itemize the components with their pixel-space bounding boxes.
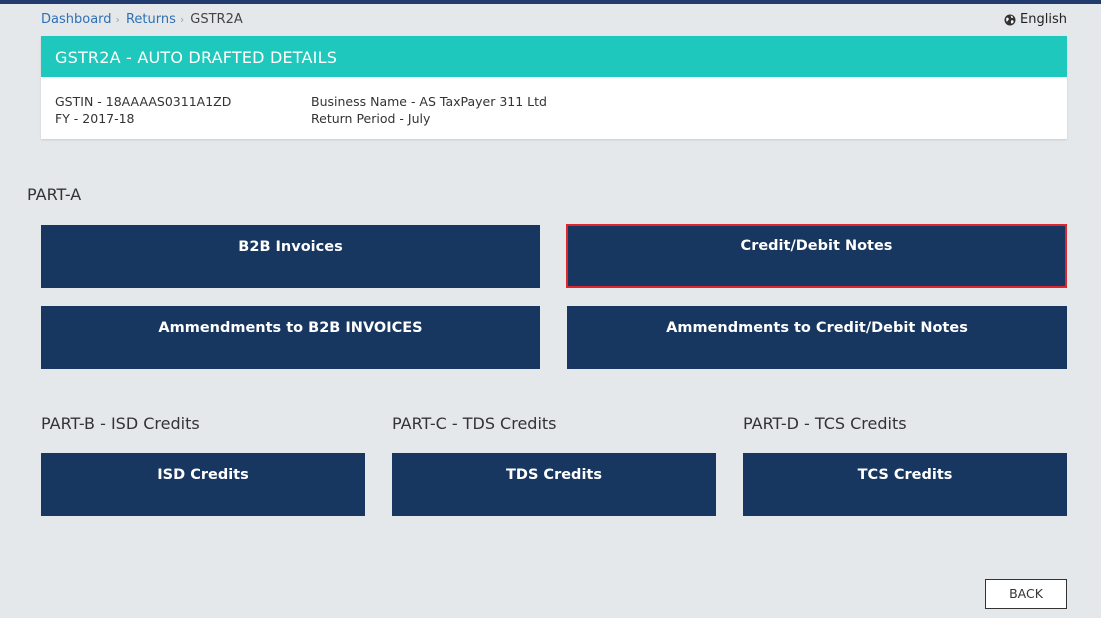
language-selector[interactable]: English <box>1004 12 1067 27</box>
amendments-credit-debit-notes-button[interactable]: Ammendments to Credit/Debit Notes <box>567 306 1067 369</box>
part-b-label: PART-B - ISD Credits <box>41 414 200 433</box>
gstin-text: GSTIN - 18AAAAS0311A1ZD <box>55 94 232 109</box>
part-a-label: PART-A <box>27 185 82 204</box>
credit-debit-notes-button[interactable]: Credit/Debit Notes <box>566 224 1067 288</box>
breadcrumb: Dashboard › Returns › GSTR2A <box>41 12 243 27</box>
breadcrumb-returns[interactable]: Returns <box>126 12 176 27</box>
globe-icon <box>1004 14 1016 25</box>
details-title: GSTR2A - AUTO DRAFTED DETAILS <box>41 36 1067 77</box>
isd-credits-button[interactable]: ISD Credits <box>41 453 365 516</box>
chevron-right-icon: › <box>179 13 185 26</box>
breadcrumb-current: GSTR2A <box>190 12 243 27</box>
business-name-text: Business Name - AS TaxPayer 311 Ltd <box>311 94 547 109</box>
tcs-credits-button[interactable]: TCS Credits <box>743 453 1067 516</box>
language-label: English <box>1020 12 1067 27</box>
details-card: GSTR2A - AUTO DRAFTED DETAILS GSTIN - 18… <box>41 36 1067 139</box>
part-c-label: PART-C - TDS Credits <box>392 414 557 433</box>
breadcrumb-dashboard[interactable]: Dashboard <box>41 12 112 27</box>
fy-text: FY - 2017-18 <box>55 111 135 126</box>
tds-credits-button[interactable]: TDS Credits <box>392 453 716 516</box>
back-button[interactable]: BACK <box>985 579 1067 609</box>
amendments-b2b-invoices-button[interactable]: Ammendments to B2B INVOICES <box>41 306 540 369</box>
b2b-invoices-button[interactable]: B2B Invoices <box>41 225 540 288</box>
part-d-label: PART-D - TCS Credits <box>743 414 907 433</box>
chevron-right-icon: › <box>115 13 120 26</box>
return-period-text: Return Period - July <box>311 111 431 126</box>
top-strip <box>0 0 1101 4</box>
